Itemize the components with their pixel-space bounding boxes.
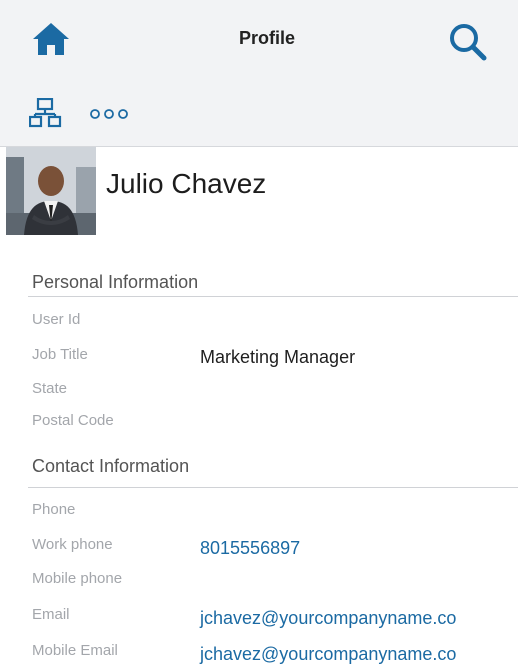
- more-options-button[interactable]: [89, 107, 129, 121]
- personal-info-divider: [28, 296, 518, 297]
- personal-info-heading: Personal Information: [32, 272, 199, 292]
- home-icon: [33, 23, 69, 55]
- mobile-email-label: Mobile Email: [32, 642, 118, 659]
- email-label: Email: [32, 606, 70, 623]
- work-phone-link[interactable]: 8015556897: [200, 538, 300, 559]
- contact-info-heading: Contact Information: [32, 456, 190, 476]
- page-title: Profile: [238, 28, 295, 48]
- avatar: [6, 147, 96, 235]
- search-button[interactable]: [446, 20, 490, 64]
- avatar-photo: [6, 147, 96, 235]
- toolbar: [0, 80, 518, 147]
- job-title-value: Marketing Manager: [200, 347, 356, 367]
- home-button[interactable]: [30, 19, 72, 61]
- more-options-icon: [90, 109, 128, 119]
- org-chart-icon: [28, 97, 62, 128]
- phone-label: Phone: [32, 501, 76, 518]
- mobile-email-link[interactable]: jchavez@yourcompanyname.co: [200, 644, 456, 665]
- postal-code-label: Postal Code: [32, 412, 114, 429]
- work-phone-label: Work phone: [32, 536, 113, 553]
- user-id-label: User Id: [32, 311, 81, 328]
- contact-info-divider: [28, 487, 518, 488]
- search-icon: [450, 24, 487, 61]
- header-bar: Profile: [0, 0, 518, 80]
- mobile-phone-label: Mobile phone: [32, 570, 123, 587]
- email-link[interactable]: jchavez@yourcompanyname.co: [200, 608, 456, 629]
- state-label: State: [32, 380, 68, 397]
- job-title-label: Job Title: [32, 346, 88, 363]
- profile-name: Julio Chavez: [106, 168, 267, 199]
- org-chart-button[interactable]: [28, 97, 63, 128]
